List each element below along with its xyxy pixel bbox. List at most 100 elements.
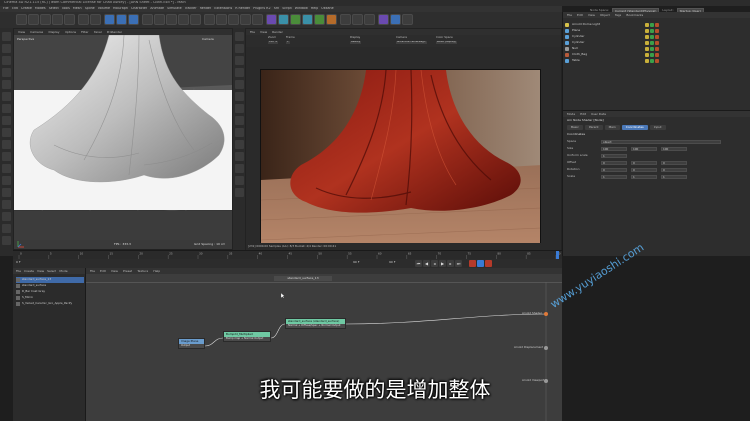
menu-item[interactable]: Tools <box>62 7 70 10</box>
left-tool-icon[interactable] <box>2 224 11 233</box>
viewport-canvas[interactable]: Perspective Camera <box>14 35 232 240</box>
toolbar-tool-icon[interactable] <box>190 14 201 25</box>
render-image[interactable] <box>260 69 541 253</box>
left-tool-icon[interactable] <box>2 140 11 149</box>
left-tool-icon[interactable] <box>2 68 11 77</box>
attribute-field[interactable]: 100 <box>661 146 687 151</box>
node-image-plane[interactable]: Image Plane Output <box>178 338 205 349</box>
toolbar-tool-icon[interactable] <box>326 14 337 25</box>
render-menu-item[interactable]: Render <box>272 31 283 34</box>
left-tool-icon[interactable] <box>2 236 11 245</box>
left-tool-icon[interactable] <box>2 128 11 137</box>
attribute-field[interactable]: object <box>601 139 721 144</box>
toolbar-tool-icon[interactable] <box>378 14 389 25</box>
left-tool-icon[interactable] <box>2 92 11 101</box>
side-tool-icon[interactable] <box>234 80 244 89</box>
viewport-menu-item[interactable]: View <box>18 31 25 34</box>
material-list-item[interactable]: standard_surface <box>16 283 84 289</box>
render-menu-item[interactable]: File <box>250 31 255 34</box>
toolbar-tool-icon[interactable] <box>240 14 251 25</box>
toolbar-tool-icon[interactable] <box>390 14 401 25</box>
menu-item[interactable]: Edit <box>12 7 18 10</box>
menu-item[interactable]: Create <box>21 7 32 10</box>
autokey-button[interactable] <box>477 260 484 267</box>
material-list-item[interactable]: S_Velvet_Ceramic_Gro_Apple_Pacify <box>16 301 84 307</box>
timeline-end[interactable]: 90 F <box>389 261 396 264</box>
toolbar-tool-icon[interactable] <box>90 14 101 25</box>
output-port-dot[interactable] <box>544 346 548 350</box>
go-end-button[interactable]: ⏭ <box>455 260 462 267</box>
toolbar-tool-icon[interactable] <box>290 14 301 25</box>
menu-item[interactable]: Volume <box>98 7 110 10</box>
side-tool-icon[interactable] <box>234 92 244 101</box>
left-tool-icon[interactable] <box>2 176 11 185</box>
side-tool-icon[interactable] <box>234 68 244 77</box>
menu-item[interactable]: Script <box>282 7 292 10</box>
attribute-field[interactable]: 0 <box>601 167 627 172</box>
menu-item[interactable]: Window <box>295 7 308 10</box>
viewport-menu-item[interactable]: Cameras <box>30 31 43 34</box>
attribute-field[interactable]: 0 <box>631 167 657 172</box>
left-tool-icon[interactable] <box>2 80 11 89</box>
toolbar-tool-icon[interactable] <box>142 14 153 25</box>
object-menu-item[interactable]: Bookmarks <box>626 14 643 17</box>
object-tag-icon[interactable] <box>655 34 659 39</box>
toolbar-tool-icon[interactable] <box>278 14 289 25</box>
menu-item[interactable]: File <box>3 7 9 10</box>
viewport-perspective[interactable]: View Cameras Display Options Filter Panel ProR… <box>13 28 233 250</box>
timeline-current[interactable]: 90 F <box>353 261 360 264</box>
left-tool-icon[interactable] <box>2 32 11 41</box>
side-tool-icon[interactable] <box>234 116 244 125</box>
object-tag-icon[interactable] <box>655 22 659 27</box>
object-row[interactable]: Cylinder <box>565 34 749 40</box>
toolbar-tool-icon[interactable] <box>352 14 363 25</box>
next-frame-button[interactable]: ▸ <box>447 260 454 267</box>
attribute-field[interactable]: 100 <box>631 146 657 151</box>
toolbar-tool-icon[interactable] <box>154 14 165 25</box>
viewport-menu-item[interactable]: Display <box>48 31 59 34</box>
go-start-button[interactable]: ⏮ <box>415 260 422 267</box>
object-row[interactable]: Cloth_Bag <box>565 52 749 58</box>
toolbar-tool-icon[interactable] <box>166 14 177 25</box>
menu-item[interactable]: Tracker <box>185 7 197 10</box>
viewport-menu-item[interactable]: Panel <box>94 31 102 34</box>
left-tool-icon[interactable] <box>2 44 11 53</box>
object-tag-icon[interactable] <box>650 28 654 33</box>
object-tag-icon[interactable] <box>655 52 659 57</box>
play-button[interactable]: ▶ <box>439 260 446 267</box>
left-tool-icon[interactable] <box>2 116 11 125</box>
toolbar-tool-icon[interactable] <box>252 14 263 25</box>
left-tool-icon[interactable] <box>2 56 11 65</box>
object-row[interactable]: Cylinder <box>565 40 749 46</box>
toolbar-tool-icon[interactable] <box>216 14 227 25</box>
timeline[interactable]: 051015202530354045505560657075808590 <box>13 250 562 260</box>
menu-item[interactable]: Spline <box>85 7 95 10</box>
side-tool-icon[interactable] <box>234 140 244 149</box>
attribute-tab[interactable]: Basic <box>567 125 583 130</box>
toolbar-tool-icon[interactable] <box>340 14 351 25</box>
menu-item[interactable]: R Render <box>235 7 250 10</box>
attribute-field[interactable]: 1 <box>601 174 627 179</box>
side-tool-icon[interactable] <box>234 32 244 41</box>
side-tool-icon[interactable] <box>234 152 244 161</box>
toolbar-tool-icon[interactable] <box>128 14 139 25</box>
viewport-menu-item[interactable]: Filter <box>81 31 88 34</box>
toolbar-tool-icon[interactable] <box>178 14 189 25</box>
object-tag-icon[interactable] <box>645 46 649 51</box>
left-tool-icon[interactable] <box>2 104 11 113</box>
attribute-menu-item[interactable]: User Data <box>591 113 606 116</box>
render-option-value[interactable]: sRGB (display) <box>436 41 458 44</box>
menu-item[interactable]: Plugins R2 <box>253 7 270 10</box>
render-option-value[interactable]: 100 % <box>268 41 279 44</box>
toolbar-tool-icon[interactable] <box>16 14 27 25</box>
node-list-menu-item[interactable]: File <box>16 270 21 273</box>
toolbar-tool-icon[interactable] <box>266 14 277 25</box>
attribute-field[interactable]: 1 <box>661 174 687 179</box>
object-tag-icon[interactable] <box>655 40 659 45</box>
output-port-dot[interactable] <box>544 312 548 316</box>
side-tool-icon[interactable] <box>234 188 244 197</box>
menu-item[interactable]: Ukkane <box>321 7 333 10</box>
side-tool-icon[interactable] <box>234 176 244 185</box>
left-tool-icon[interactable] <box>2 212 11 221</box>
object-tag-icon[interactable] <box>655 28 659 33</box>
